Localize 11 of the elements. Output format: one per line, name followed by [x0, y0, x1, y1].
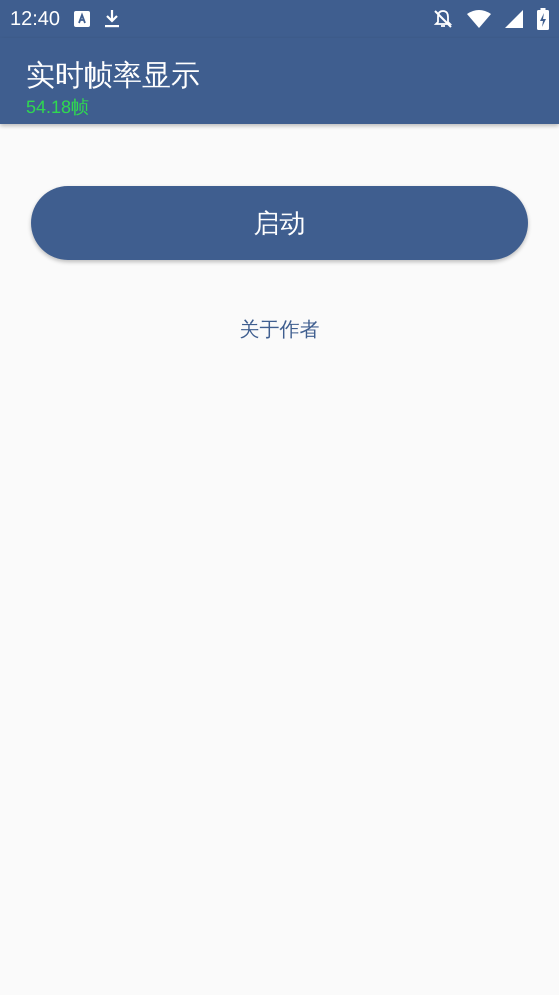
download-icon [104, 10, 120, 28]
battery-icon [537, 8, 549, 30]
signal-icon [505, 10, 523, 28]
fps-counter: 54.18帧 [26, 96, 90, 118]
wifi-icon [467, 10, 491, 28]
status-time: 12:40 [10, 8, 60, 30]
about-author-link[interactable]: 关于作者 [240, 316, 320, 343]
app-title: 实时帧率显示 [26, 58, 200, 92]
bell-off-icon [433, 9, 453, 29]
start-button[interactable]: 启动 [31, 186, 528, 260]
notification-icon [74, 11, 90, 27]
